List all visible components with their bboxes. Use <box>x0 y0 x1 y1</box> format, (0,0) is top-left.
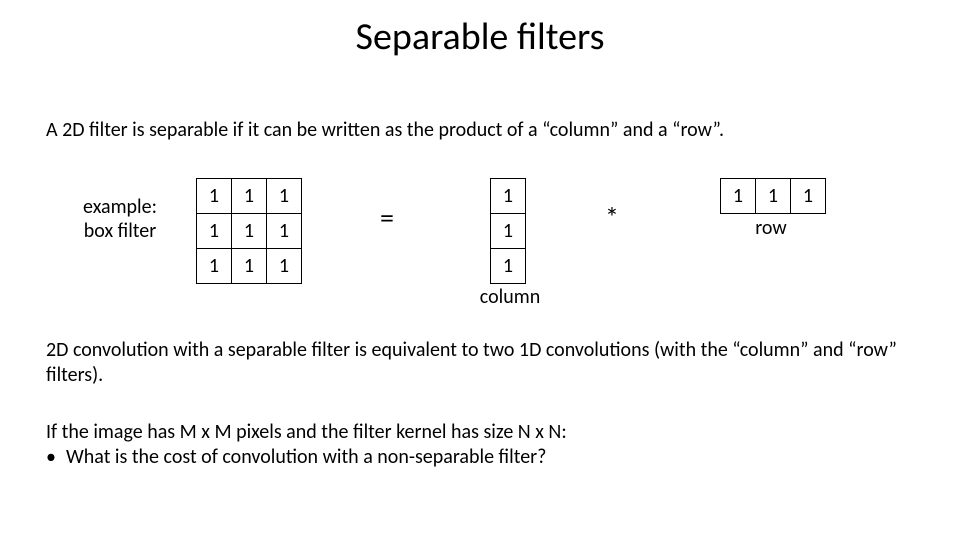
row-cell: 1 <box>721 179 756 214</box>
slide: Separable filters A 2D filter is separab… <box>0 0 960 540</box>
bullet-icon: • <box>46 445 66 470</box>
row-cell: 1 <box>756 179 791 214</box>
column-label: column <box>470 285 550 309</box>
para3-line1: If the image has M x M pixels and the fi… <box>46 420 916 445</box>
box-cell: 1 <box>267 214 302 249</box>
example-label: example: box filter <box>70 195 170 243</box>
box-cell: 1 <box>232 214 267 249</box>
example-label-line2: box filter <box>84 219 156 243</box>
slide-title: Separable filters <box>0 14 960 60</box>
para3-bullet-line: •What is the cost of convolution with a … <box>46 445 916 470</box>
box-cell: 1 <box>197 179 232 214</box>
column-vector-grid: 1 1 1 <box>490 178 526 284</box>
box-cell: 1 <box>267 249 302 284</box>
box-cell: 1 <box>197 249 232 284</box>
column-cell: 1 <box>491 214 526 249</box>
box-cell: 1 <box>197 214 232 249</box>
intro-text: A 2D filter is separable if it can be wr… <box>46 118 916 142</box>
row-vector-grid: 1 1 1 <box>720 178 826 214</box>
paragraph-3: If the image has M x M pixels and the fi… <box>46 420 916 470</box>
column-cell: 1 <box>491 179 526 214</box>
row-label: row <box>720 216 822 240</box>
asterisk-sign: * <box>605 200 619 235</box>
example-label-line1: example: <box>83 195 157 219</box>
box-filter-grid: 1 1 1 1 1 1 1 1 1 <box>196 178 302 284</box>
paragraph-2: 2D convolution with a separable filter i… <box>46 338 916 388</box>
para3-bullet-text: What is the cost of convolution with a n… <box>66 445 546 469</box>
box-cell: 1 <box>232 179 267 214</box>
equals-sign: = <box>380 200 394 235</box>
column-cell: 1 <box>491 249 526 284</box>
row-cell: 1 <box>791 179 826 214</box>
box-cell: 1 <box>267 179 302 214</box>
box-cell: 1 <box>232 249 267 284</box>
